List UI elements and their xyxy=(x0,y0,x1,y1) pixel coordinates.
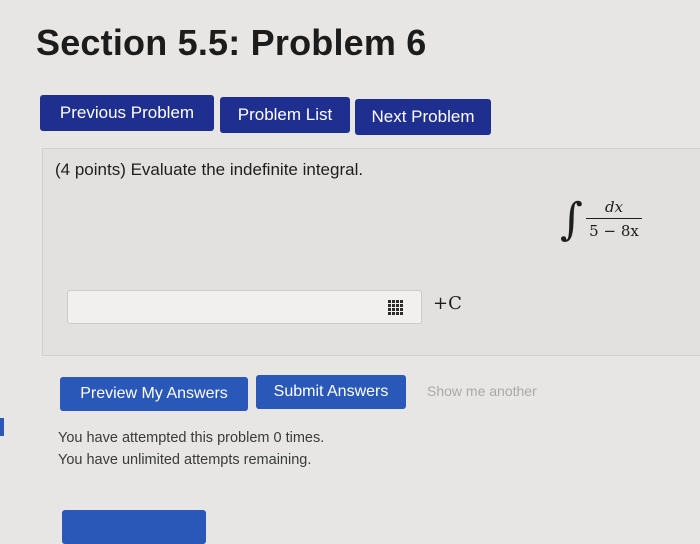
integrand-denominator: 5 − 8x xyxy=(589,222,639,240)
integrand-numerator: dx xyxy=(586,198,642,219)
submit-answers-button[interactable]: Submit Answers xyxy=(256,375,406,409)
remaining-status: You have unlimited attempts remaining. xyxy=(58,452,312,468)
plus-constant: +C xyxy=(433,293,462,314)
next-problem-button[interactable]: Next Problem xyxy=(355,99,491,135)
preview-answers-button[interactable]: Preview My Answers xyxy=(60,377,248,411)
grid-icon[interactable] xyxy=(388,300,404,316)
integrand-fraction: dx 5 − 8x xyxy=(586,198,642,240)
left-edge-marker xyxy=(0,418,4,436)
integral-sign: ∫ xyxy=(560,194,583,245)
show-another-button[interactable]: Show me another xyxy=(427,383,537,399)
problem-list-button[interactable]: Problem List xyxy=(220,97,350,133)
page-title: Section 5.5: Problem 6 xyxy=(36,22,427,63)
attempts-status: You have attempted this problem 0 times. xyxy=(58,430,325,446)
email-instructor-button[interactable] xyxy=(62,510,206,544)
answer-input[interactable] xyxy=(67,290,422,324)
previous-problem-button[interactable]: Previous Problem xyxy=(40,95,214,131)
problem-prompt: (4 points) Evaluate the indefinite integ… xyxy=(55,160,364,179)
integral-expression: ∫ dx 5 − 8x xyxy=(560,192,670,258)
